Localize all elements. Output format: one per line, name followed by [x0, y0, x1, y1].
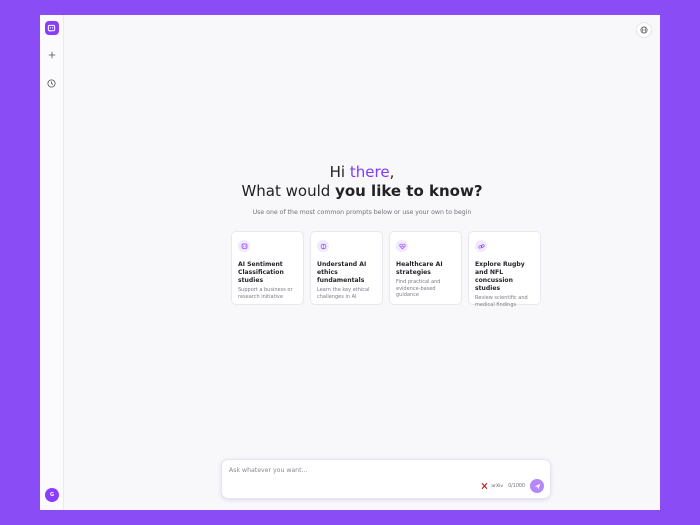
arxiv-source-toggle[interactable]: arXiv [481, 482, 503, 490]
avatar-initial: G [49, 492, 55, 498]
prompt-card-sentiment[interactable]: AI Sentiment Classification studies Supp… [231, 231, 304, 305]
heart-pulse-icon [396, 240, 408, 252]
prompt-card-healthcare[interactable]: Healthcare AI strategies Find practical … [389, 231, 462, 305]
link-icon [475, 240, 487, 252]
send-icon [534, 483, 540, 489]
greeting-name: there [349, 163, 390, 181]
history-button[interactable] [44, 75, 60, 91]
brain-icon [317, 240, 329, 252]
hero: Hi there, What would you like to know? U… [64, 163, 660, 216]
plus-icon [48, 51, 55, 59]
card-title: Explore Rugby and NFL concussion studies [475, 261, 525, 292]
prompt-card-ethics[interactable]: Understand AI ethics fundamentals Learn … [310, 231, 383, 305]
clock-icon [47, 78, 56, 88]
sidebar: G [40, 15, 64, 510]
greeting-prefix: Hi [329, 163, 350, 181]
avatar[interactable]: G [45, 488, 59, 502]
card-desc: Support a business or research initiativ… [238, 287, 293, 300]
greeting: Hi there, [64, 163, 660, 182]
character-counter: 0/1000 [508, 483, 525, 489]
greeting-suffix: , [389, 163, 395, 181]
composer-tools: arXiv 0/1000 [481, 479, 544, 493]
language-button[interactable] [636, 22, 652, 38]
card-title: Understand AI ethics fundamentals [317, 261, 367, 284]
prompt-card-rugby[interactable]: Explore Rugby and NFL concussion studies… [468, 231, 541, 308]
card-desc: Learn the key ethical challenges in AI [317, 287, 370, 300]
prompt-cards: AI Sentiment Classification studies Supp… [231, 231, 541, 308]
page-title: What would you like to know? [64, 182, 660, 201]
card-desc: Find practical and evidence-based guidan… [396, 279, 441, 299]
send-button[interactable] [530, 479, 544, 493]
card-title: AI Sentiment Classification studies [238, 261, 284, 284]
hero-subtitle: Use one of the most common prompts below… [252, 209, 472, 216]
arxiv-icon [481, 482, 488, 490]
card-title: Healthcare AI strategies [396, 261, 443, 276]
question-strong: you like to know? [335, 182, 483, 200]
app-window: G Hi there, What would you like to know?… [40, 15, 660, 510]
new-chat-button[interactable] [44, 47, 60, 63]
question-prefix: What would [241, 182, 336, 200]
main-content: Hi there, What would you like to know? U… [64, 15, 660, 510]
arxiv-label: arXiv [491, 483, 504, 489]
composer: arXiv 0/1000 [221, 459, 551, 499]
globe-icon [640, 26, 648, 34]
chat-bot-icon [238, 240, 250, 252]
card-desc: Review scientific and medical findings [475, 295, 528, 308]
prompt-input[interactable] [229, 467, 469, 474]
app-logo-icon[interactable] [44, 21, 59, 35]
